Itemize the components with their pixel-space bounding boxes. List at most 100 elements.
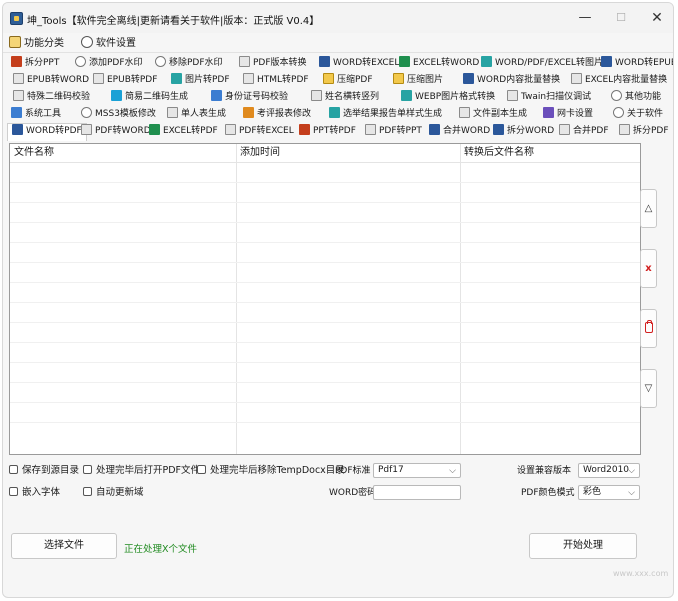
tab-pdf-to-ppt[interactable]: PDF转PPT [365,124,422,139]
tab-image-to-pdf[interactable]: 图片转PDF [171,73,230,88]
maximize-button[interactable]: ☐ [603,3,639,33]
close-button[interactable]: ✕ [639,3,673,33]
column-header-converted-name[interactable]: 转换后文件名称 [460,144,640,162]
tab-label: 拆分PPT [25,58,60,68]
tab-label: 压缩图片 [407,75,444,85]
tab-evaluation-report[interactable]: 考评报表修改 [243,107,311,122]
save-to-source-checkbox[interactable]: 保存到源目录 [9,464,79,478]
epub-icon [13,73,24,84]
tab-single-sheet[interactable]: 单人表生成 [167,107,226,122]
menu-bar: 功能分类 软件设置 [3,33,673,53]
pdf-icon [559,124,570,135]
tab-name-column[interactable]: 姓名横转竖列 [311,90,379,105]
embed-fonts-checkbox[interactable]: 嵌入字体 [9,486,60,500]
tab-row-2: EPUB转WORD EPUB转PDF 图片转PDF HTML转PDF 压缩PDF… [3,72,673,89]
menu-function-category[interactable]: 功能分类 [9,36,64,50]
tab-label: PPT转PDF [313,126,356,136]
pdf-icon [365,124,376,135]
tab-split-pdf[interactable]: 拆分PDF [619,124,669,139]
column-header-file-name[interactable]: 文件名称 [10,144,236,162]
checkbox-box[interactable] [83,465,92,474]
window-title: 坤_Tools【软件完全离线|更新请看关于软件|版本：正式版 V0.4】 [27,16,320,27]
tab-merge-word[interactable]: 合并WORD [429,124,490,139]
tab-simple-qrcode[interactable]: 简易二维码生成 [111,90,188,105]
watermark-icon [155,56,166,67]
function-tabs: 拆分PPT 添加PDF水印 移除PDF水印 PDF版本转换 WORD转EXCEL… [3,55,673,141]
tab-word-to-pdf[interactable]: WORD转PDF [7,123,87,141]
header-divider [10,162,640,163]
tab-compress-image[interactable]: 压缩图片 [393,73,443,88]
tab-other-functions[interactable]: 其他功能 [611,90,661,105]
checkbox-box[interactable] [9,465,18,474]
start-processing-button[interactable]: 开始处理 [529,533,637,559]
tab-epub-to-pdf[interactable]: EPUB转PDF [93,73,157,88]
scanner-icon [507,90,518,101]
tab-network-card[interactable]: 网卡设置 [543,107,593,122]
auto-update-checkbox[interactable]: 自动更新域 [83,486,144,500]
tab-html-to-pdf[interactable]: HTML转PDF [243,73,309,88]
image-icon [481,56,492,67]
tab-label: 身份证号码校验 [225,92,289,102]
column-divider [460,144,461,454]
word-password-input[interactable] [373,485,461,500]
tab-excel-to-pdf[interactable]: EXCEL转PDF [149,124,218,139]
compat-version-label: 设置兼容版本 [517,466,572,476]
tab-word-batch-replace[interactable]: WORD内容批量替换 [463,73,560,88]
pdf-color-mode-select[interactable]: 彩色 ⌵ [578,485,640,500]
copy-icon [459,107,470,118]
tab-excel-to-word[interactable]: EXCEL转WORD [399,56,479,71]
file-list-table[interactable]: 文件名称 添加时间 转换后文件名称 [9,143,641,455]
tab-twain-scanner[interactable]: Twain扫描仪调试 [507,90,591,105]
checkbox-box[interactable] [197,465,206,474]
menu-software-settings[interactable]: 软件设置 [81,36,136,50]
grid-line [10,322,640,323]
tab-row-3: 特殊二维码校验 简易二维码生成 身份证号码校验 姓名横转竖列 WEBP图片格式转… [3,89,673,106]
checkbox-box[interactable] [9,487,18,496]
tab-excel-batch-replace[interactable]: EXCEL内容批量替换 [571,73,667,88]
pdf-standard-select[interactable]: Pdf17 ⌵ [373,463,461,478]
tab-word-to-excel[interactable]: WORD转EXCEL [319,56,399,71]
watermark-icon [75,56,86,67]
pdf-color-mode-label: PDF颜色模式 [521,488,575,498]
tab-pdf-version[interactable]: PDF版本转换 [239,56,307,71]
move-up-button[interactable]: △ [640,189,657,228]
tab-election-report[interactable]: 选举结果报告单样式生成 [329,107,442,122]
move-down-button[interactable]: ▽ [640,369,657,408]
column-header-added-time[interactable]: 添加时间 [236,144,460,162]
tab-about[interactable]: 关于软件 [613,107,663,122]
clear-list-button[interactable] [640,309,657,348]
tab-ppt-to-pdf[interactable]: PPT转PDF [299,124,356,139]
tab-remove-pdf-watermark[interactable]: 移除PDF水印 [155,56,223,71]
tab-system-tools[interactable]: 系统工具 [11,107,61,122]
open-after-checkbox[interactable]: 处理完毕后打开PDF文件 [83,464,200,478]
app-window: 坤_Tools【软件完全离线|更新请看关于软件|版本：正式版 V0.4】 — ☐… [2,2,674,598]
box-icon [9,36,21,48]
tab-split-ppt[interactable]: 拆分PPT [11,56,59,71]
select-files-button[interactable]: 选择文件 [11,533,117,559]
tab-label: 合并PDF [573,126,609,136]
tab-webp-convert[interactable]: WEBP图片格式转换 [401,90,495,105]
tab-special-qrcode-check[interactable]: 特殊二维码校验 [13,90,90,105]
compat-version-select[interactable]: Word2010 ⌵ [578,463,640,478]
tab-compress-pdf[interactable]: 压缩PDF [323,73,373,88]
tab-label: WORD转PDF [26,126,82,136]
checkbox-box[interactable] [83,487,92,496]
tab-epub-to-word[interactable]: EPUB转WORD [13,73,89,88]
tab-split-word[interactable]: 拆分WORD [493,124,554,139]
tab-word-to-epub[interactable]: WORD转EPUB [601,56,673,71]
minimize-button[interactable]: — [567,3,603,33]
settings-icon [11,107,22,118]
remove-item-button[interactable]: x [640,249,657,288]
tab-idcard-check[interactable]: 身份证号码校验 [211,90,288,105]
tab-merge-pdf[interactable]: 合并PDF [559,124,609,139]
tab-label: MSS3模板修改 [95,109,156,119]
tab-mss3-template[interactable]: MSS3模板修改 [81,107,156,122]
tab-to-image[interactable]: WORD/PDF/EXCEL转图片 [481,56,603,71]
grid-line [10,382,640,383]
tab-add-pdf-watermark[interactable]: 添加PDF水印 [75,56,143,71]
tab-pdf-to-excel[interactable]: PDF转EXCEL [225,124,294,139]
remove-temp-checkbox[interactable]: 处理完毕后移除TempDocx目录 [197,464,345,478]
tab-file-copy[interactable]: 文件副本生成 [459,107,527,122]
tab-pdf-to-word[interactable]: PDF转WORD [81,124,151,139]
tab-label: PDF转PPT [379,126,422,136]
